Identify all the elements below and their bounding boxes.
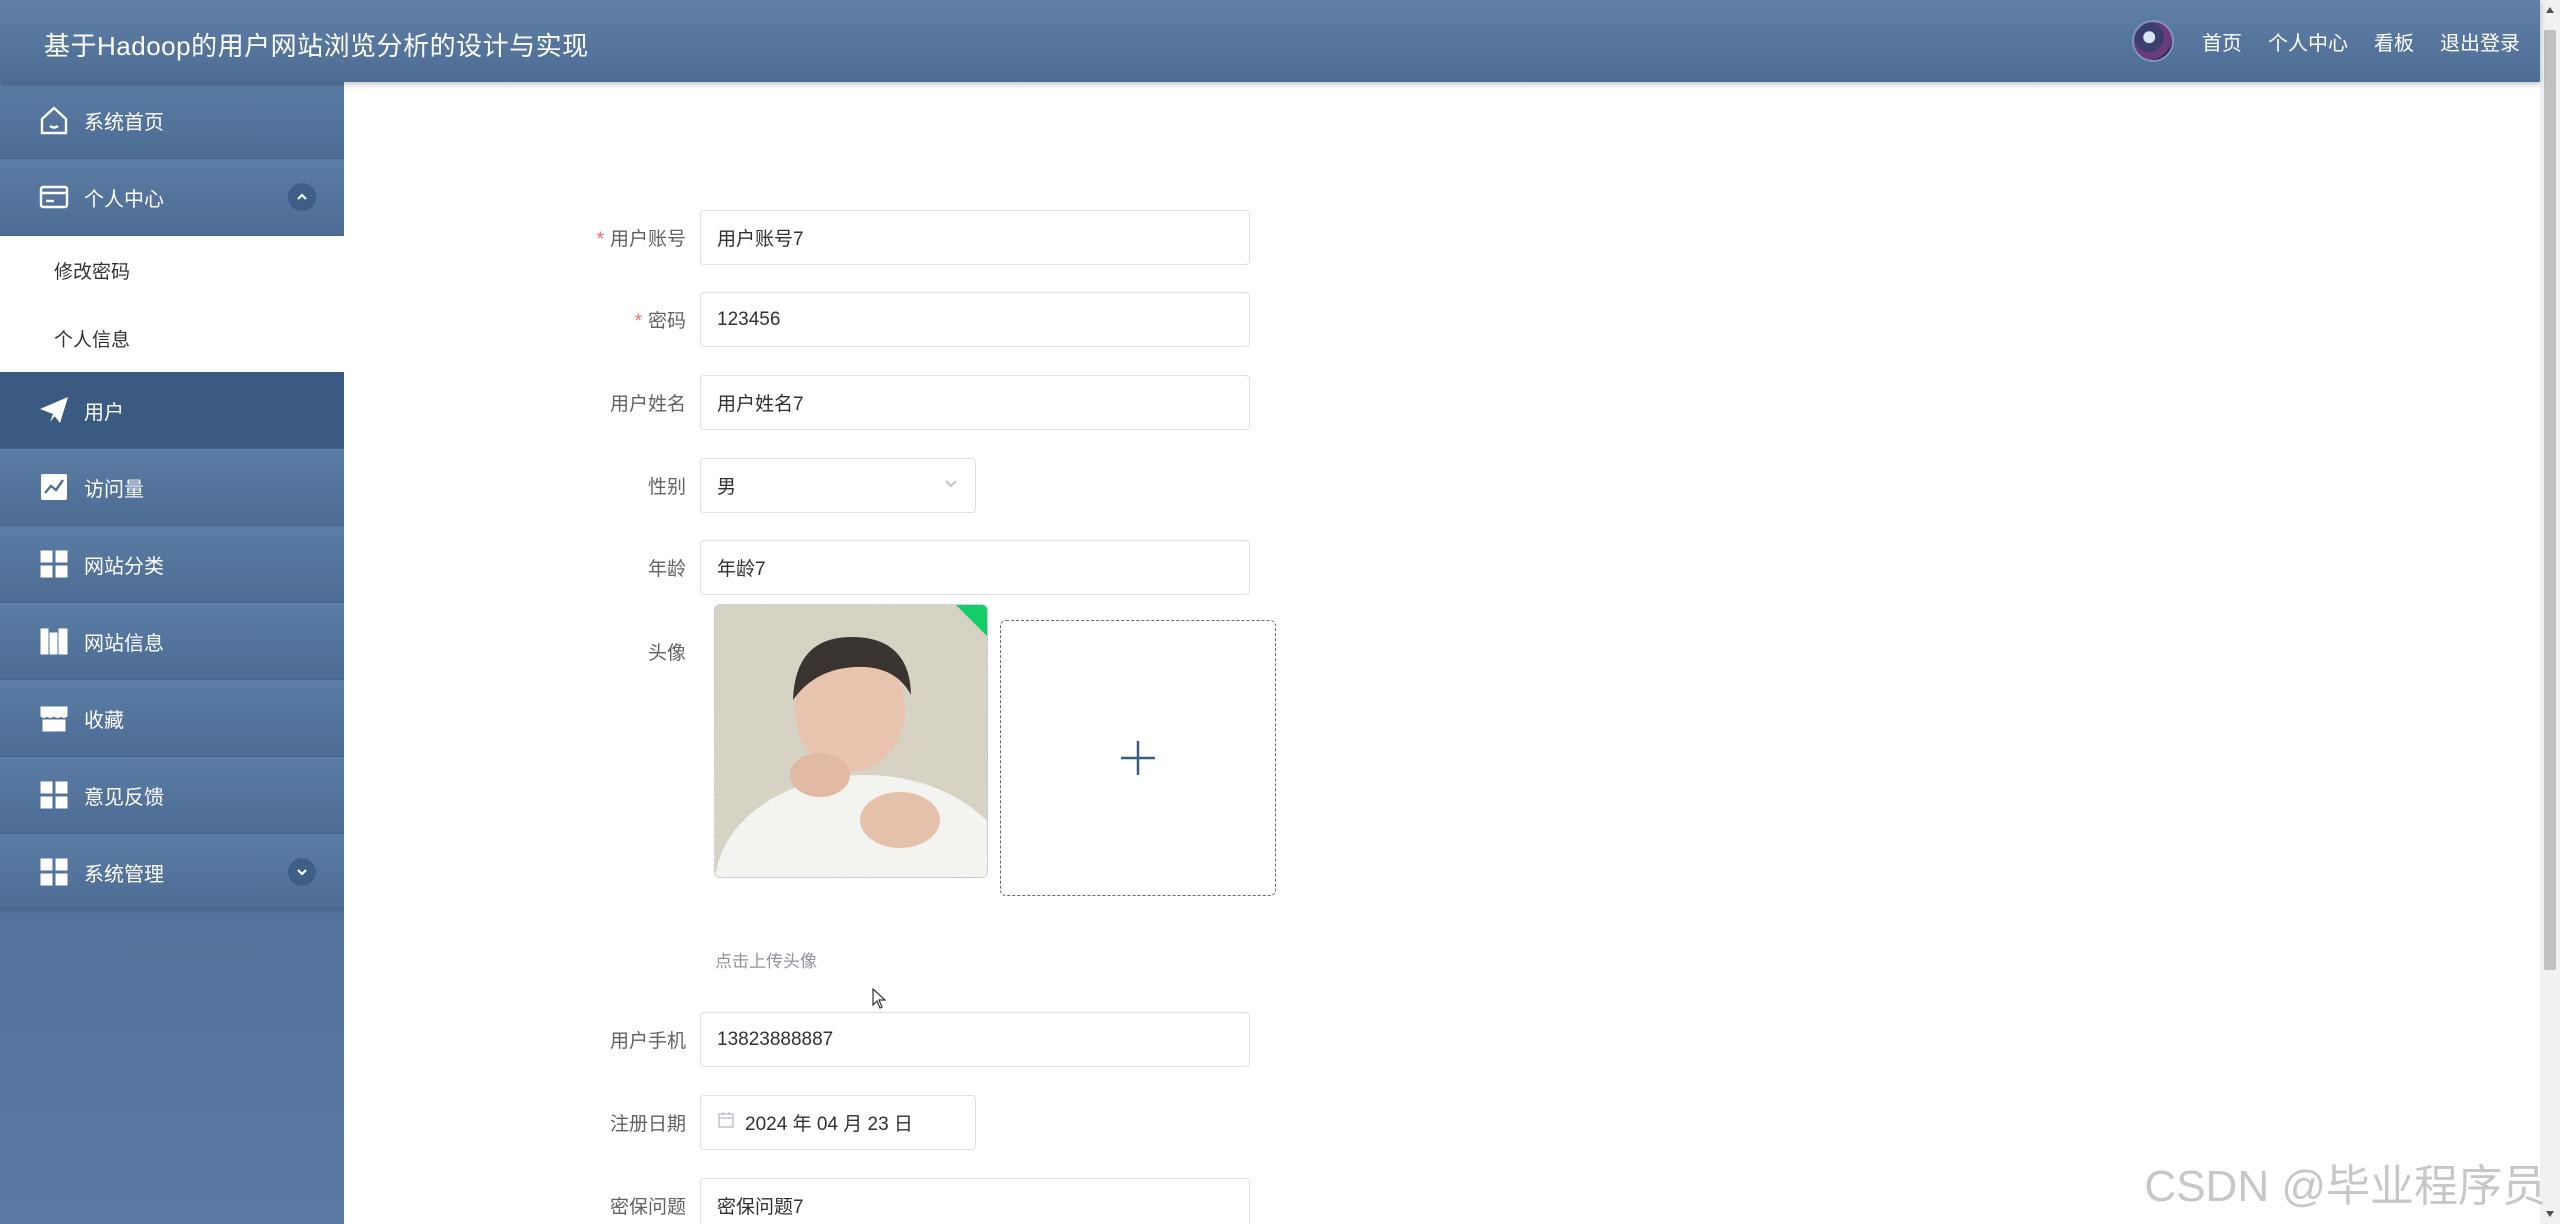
chevron-down-icon[interactable] [288,858,316,886]
sidebar-item-label: 意见反馈 [84,786,164,809]
chevron-up-icon[interactable] [288,183,316,211]
sidebar: 系统首页 个人中心 修改密码 个人信息 用户 访问量 网站分类 网站信息 收藏 … [0,82,344,1224]
portrait-image [715,605,987,877]
nav-dashboard-link[interactable]: 看板 [2374,27,2414,56]
grid-icon [36,854,72,890]
user-avatar[interactable] [2132,20,2174,62]
sidebar-item-home[interactable]: 系统首页 [0,82,344,159]
register-date-label: 注册日期 [609,1114,686,1135]
submenu-personal-center: 修改密码 个人信息 [0,236,344,372]
account-label: * 用户账号 [596,229,686,250]
top-header: 基于Hadoop的用户网站浏览分析的设计与实现 首页 个人中心 看板 退出登录 [0,0,2540,82]
sidebar-item-label: 系统管理 [84,863,164,886]
nav-profile-link[interactable]: 个人中心 [2268,27,2348,56]
register-date-value: 2024 年 04 月 23 日 [745,1114,913,1135]
phone-input[interactable]: 13823888887 [700,1012,1250,1067]
books-icon [36,623,72,659]
sidebar-item-site-info[interactable]: 网站信息 [0,603,344,680]
age-input[interactable]: 年龄7 [700,540,1250,595]
account-input[interactable]: 用户账号7 [700,210,1250,265]
watermark: CSDN @毕业程序员 [2144,1162,2546,1211]
grid-icon [36,546,72,582]
sidebar-item-site-category[interactable]: 网站分类 [0,526,344,603]
nav-home-link[interactable]: 首页 [2202,27,2242,56]
form-row-name: 用户姓名 用户姓名7 [344,375,1250,430]
page-scrollbar[interactable] [2540,0,2560,1224]
name-input[interactable]: 用户姓名7 [700,375,1250,430]
sidebar-item-label: 访问量 [84,478,144,501]
form-row-security-question: 密保问题 密保问题7 [344,1178,1250,1224]
sidebar-item-label: 系统首页 [84,111,164,134]
gender-select-value: 男 [717,477,737,498]
chart-line-icon [36,469,72,505]
form-row-register-date: 注册日期 2024 年 04 月 23 日 [344,1095,976,1150]
scroll-up-arrow-icon[interactable] [2540,0,2560,20]
avatar-label: 头像 [647,643,686,664]
avatar-preview-image[interactable] [714,604,988,878]
sidebar-item-label: 网站信息 [84,632,164,655]
sidebar-item-change-password[interactable]: 修改密码 [0,236,344,304]
form-row-age: 年龄 年龄7 [344,540,1250,595]
mouse-cursor-icon [872,988,887,1009]
avatar-upload-button[interactable] [1000,620,1276,896]
app-title: 基于Hadoop的用户网站浏览分析的设计与实现 [44,31,589,61]
security-question-input[interactable]: 密保问题7 [700,1178,1250,1224]
user-edit-form: * 用户账号 用户账号7 * 密码 123456 用户姓名 用户姓名7 性别 男 年… [344,82,2540,1224]
form-row-phone: 用户手机 13823888887 [344,1012,1250,1067]
sidebar-item-users[interactable]: 用户 [0,372,344,449]
security-question-label: 密保问题 [609,1197,686,1218]
form-row-gender: 性别 男 [344,458,976,513]
chevron-down-icon [943,475,959,497]
sidebar-item-feedback[interactable]: 意见反馈 [0,757,344,834]
required-mark: * [596,229,604,250]
nav-logout-link[interactable]: 退出登录 [2440,27,2520,56]
age-label: 年龄 [647,559,686,580]
password-label: * 密码 [634,311,686,332]
password-input[interactable]: 123456 [700,292,1250,347]
sidebar-item-favorites[interactable]: 收藏 [0,680,344,757]
home-icon [36,102,72,138]
sidebar-item-visits[interactable]: 访问量 [0,449,344,526]
sidebar-item-label: 网站分类 [84,555,164,578]
sidebar-item-label: 用户 [84,401,124,424]
calendar-icon [717,1111,735,1135]
avatar-upload-tip: 点击上传头像 [715,952,817,971]
store-icon [36,700,72,736]
sidebar-item-system-management[interactable]: 系统管理 [0,834,344,911]
name-label: 用户姓名 [609,394,686,415]
sidebar-item-label: 个人中心 [84,188,164,211]
sidebar-item-personal-center[interactable]: 个人中心 [0,159,344,236]
grid-icon [36,777,72,813]
required-mark: * [634,311,642,332]
sidebar-item-label: 收藏 [84,709,124,732]
paper-plane-icon [36,392,72,428]
gender-select[interactable]: 男 [700,458,976,513]
gender-label: 性别 [647,477,686,498]
form-row-account: * 用户账号 用户账号7 [344,210,1250,265]
top-nav: 首页 个人中心 看板 退出登录 [2132,20,2520,62]
form-row-password: * 密码 123456 [344,292,1250,347]
sidebar-item-personal-info[interactable]: 个人信息 [0,304,344,372]
plus-icon [1121,741,1155,775]
scrollbar-thumb[interactable] [2544,30,2556,970]
phone-label: 用户手机 [609,1031,686,1052]
register-date-picker[interactable]: 2024 年 04 月 23 日 [700,1095,976,1150]
card-icon [36,179,72,215]
